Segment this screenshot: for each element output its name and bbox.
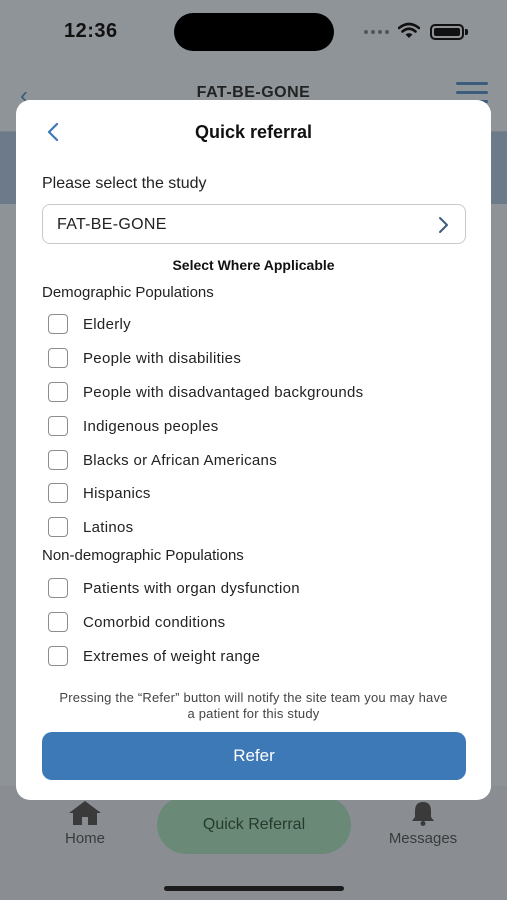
checkbox-row-african-americans[interactable]: Blacks or African Americans — [48, 448, 468, 472]
checkbox[interactable] — [48, 348, 68, 368]
study-select-value: FAT-BE-GONE — [57, 216, 167, 233]
checkbox[interactable] — [48, 612, 68, 632]
tab-home[interactable]: Home — [50, 800, 120, 847]
status-time: 12:36 — [64, 20, 118, 42]
checkbox-row-comorbid[interactable]: Comorbid conditions — [48, 610, 468, 634]
checkbox-label: Blacks or African Americans — [83, 451, 278, 469]
checkbox-label: Hispanics — [83, 484, 151, 502]
checkbox-label: People with disadvantaged backgrounds — [83, 383, 364, 401]
tab-messages-label: Messages — [388, 830, 458, 847]
checkbox-label: Latinos — [83, 518, 134, 536]
checkbox-row-indigenous[interactable]: Indigenous peoples — [48, 414, 468, 438]
nondemographic-heading: Non-demographic Populations — [42, 547, 244, 564]
battery-icon — [430, 24, 464, 40]
wifi-icon — [398, 22, 420, 38]
checkbox-label: Elderly — [83, 315, 131, 333]
study-label: Please select the study — [42, 175, 207, 192]
tab-quick-referral[interactable]: Quick Referral — [157, 796, 351, 854]
checkbox-row-disabilities[interactable]: People with disabilities — [48, 346, 468, 370]
checkbox-row-latinos[interactable]: Latinos — [48, 515, 468, 539]
battery-cap — [465, 29, 468, 35]
select-applicable-heading: Select Where Applicable — [172, 257, 335, 273]
checkbox[interactable] — [48, 382, 68, 402]
home-icon — [69, 801, 101, 825]
tab-quick-referral-label: Quick Referral — [202, 816, 306, 833]
chevron-right-icon — [439, 217, 448, 233]
checkbox-row-weight-range[interactable]: Extremes of weight range — [48, 644, 468, 668]
study-select[interactable]: FAT-BE-GONE — [42, 204, 466, 244]
checkbox-label: Patients with organ dysfunction — [83, 579, 300, 597]
quick-referral-modal: Quick referral Please select the study F… — [16, 100, 491, 800]
dynamic-island — [174, 13, 334, 51]
checkbox-row-hispanics[interactable]: Hispanics — [48, 481, 468, 505]
refer-note: Pressing the “Refer” button will notify … — [59, 690, 448, 721]
modal-title: Quick referral — [194, 122, 313, 142]
checkbox[interactable] — [48, 517, 68, 537]
checkbox-row-organ-dysfunction[interactable]: Patients with organ dysfunction — [48, 576, 468, 600]
tab-home-label: Home — [64, 830, 105, 847]
checkbox[interactable] — [48, 314, 68, 334]
checkbox[interactable] — [48, 578, 68, 598]
tab-bar: Home Quick Referral Messages — [0, 786, 507, 900]
checkbox-row-elderly[interactable]: Elderly — [48, 312, 468, 336]
checkbox[interactable] — [48, 450, 68, 470]
checkbox-label: Comorbid conditions — [83, 613, 226, 631]
checkbox-row-disadvantaged[interactable]: People with disadvantaged backgrounds — [48, 380, 468, 404]
checkbox-label: People with disabilities — [83, 349, 242, 367]
home-indicator — [164, 886, 344, 891]
tab-messages[interactable]: Messages — [376, 800, 470, 847]
checkbox-label: Extremes of weight range — [83, 647, 261, 665]
bell-icon — [412, 802, 434, 826]
checkbox-label: Indigenous peoples — [83, 417, 219, 435]
refer-button[interactable]: Refer — [42, 732, 466, 780]
demographic-heading: Demographic Populations — [42, 284, 214, 301]
cellular-signal-icon — [364, 30, 390, 36]
checkbox[interactable] — [48, 483, 68, 503]
status-bar: 12:36 — [0, 0, 507, 62]
checkbox[interactable] — [48, 416, 68, 436]
checkbox[interactable] — [48, 646, 68, 666]
